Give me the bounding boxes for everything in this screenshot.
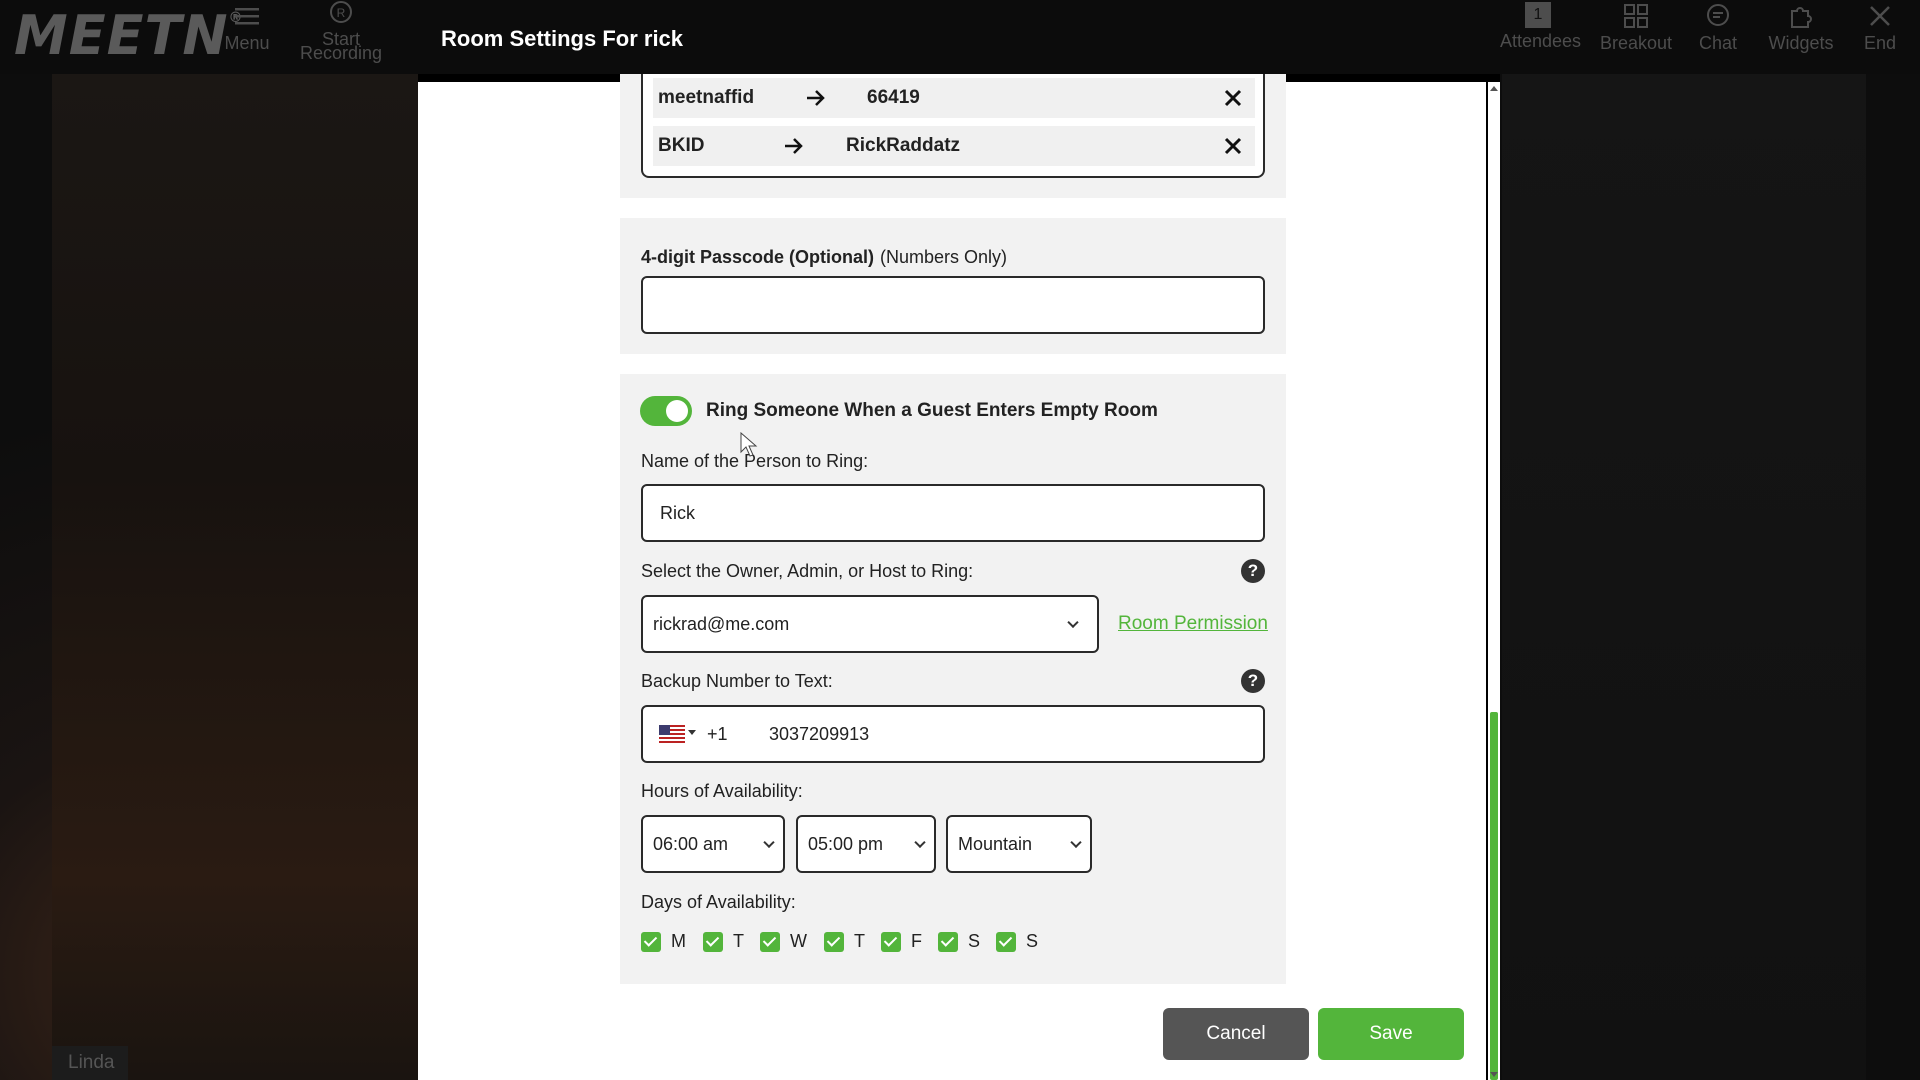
- passcode-input[interactable]: [641, 276, 1265, 334]
- chat-button[interactable]: Chat: [1696, 2, 1740, 53]
- breakout-button[interactable]: Breakout: [1598, 2, 1674, 53]
- owner-select[interactable]: rickrad@me.com: [641, 595, 1099, 653]
- close-x-icon: [1870, 6, 1890, 26]
- menu-button[interactable]: Menu: [224, 2, 270, 53]
- video-tile-right-content: [1502, 74, 1866, 1080]
- participant-name-tag: Linda: [52, 1046, 128, 1080]
- chevron-down-icon: [1070, 836, 1082, 849]
- hamburger-icon: [235, 8, 259, 25]
- day-checkbox-fri[interactable]: [881, 932, 901, 952]
- attendees-label: Attendees: [1500, 31, 1582, 51]
- us-flag-icon[interactable]: [659, 725, 685, 743]
- mapping-value: 66419: [867, 87, 920, 108]
- modal-title: Room Settings For rick: [441, 26, 684, 51]
- end-time-value: 05:00 pm: [808, 834, 884, 854]
- svg-text:R: R: [337, 6, 346, 20]
- mouse-cursor-icon: [740, 432, 758, 457]
- days-label: Days of Availability:: [641, 892, 796, 912]
- end-label: End: [1863, 33, 1897, 53]
- phone-input[interactable]: +1 3037209913: [641, 705, 1265, 763]
- ring-toggle[interactable]: [640, 396, 692, 426]
- chat-bubble-icon: [1707, 4, 1729, 26]
- chat-label: Chat: [1698, 33, 1738, 53]
- day-label-mon: M: [671, 931, 686, 951]
- recording-label: Start Recording: [300, 29, 383, 63]
- day-label-sun: S: [1026, 931, 1039, 951]
- backup-help-icon[interactable]: ?: [1241, 669, 1265, 693]
- remove-mapping-icon[interactable]: [1223, 88, 1243, 108]
- day-checkbox-wed[interactable]: [760, 932, 780, 952]
- arrow-right-icon: [785, 138, 803, 154]
- owner-select-value: rickrad@me.com: [653, 614, 790, 634]
- day-checkbox-thu[interactable]: [824, 932, 844, 952]
- breakout-grid-icon: [1624, 4, 1648, 28]
- top-bar: MEETN® Menu R Start Recording 1 Attendee…: [0, 0, 1920, 74]
- day-checkbox-tue[interactable]: [703, 932, 723, 952]
- widgets-button[interactable]: Widgets: [1766, 2, 1836, 53]
- modal-scrollbar-thumb[interactable]: [1490, 712, 1498, 1080]
- video-tile-left-content: [52, 74, 418, 1080]
- passcode-hint: (Numbers Only): [880, 247, 1008, 267]
- scroll-up-arrow-icon[interactable]: [1490, 86, 1498, 91]
- mapping-row: meetnaffid 66419: [653, 78, 1255, 118]
- mapping-key: meetnaffid: [658, 87, 755, 108]
- arrow-right-icon: [807, 90, 825, 106]
- breakout-label: Breakout: [1599, 33, 1673, 53]
- country-code: +1: [707, 724, 728, 744]
- day-checkbox-sun[interactable]: [996, 932, 1016, 952]
- day-label-sat: S: [968, 931, 981, 951]
- room-permission-link[interactable]: Room Permission: [1118, 613, 1268, 635]
- end-time-select[interactable]: 05:00 pm: [796, 815, 936, 873]
- start-time-value: 06:00 am: [653, 834, 729, 854]
- owner-label: Select the Owner, Admin, or Host to Ring…: [641, 561, 974, 581]
- mapping-value: RickRaddatz: [846, 135, 961, 156]
- widgets-label: Widgets: [1768, 33, 1834, 53]
- ring-name-input[interactable]: Rick: [641, 484, 1265, 542]
- country-chevron-icon[interactable]: [688, 730, 696, 735]
- record-icon: R: [330, 1, 352, 23]
- day-label-thu: T: [854, 931, 865, 951]
- day-checkbox-mon[interactable]: [641, 932, 661, 952]
- menu-label: Menu: [224, 33, 270, 53]
- day-label-fri: F: [911, 931, 922, 951]
- passcode-label: 4-digit Passcode (Optional): [641, 247, 875, 267]
- scroll-down-arrow-icon[interactable]: [1490, 1072, 1498, 1077]
- backup-label: Backup Number to Text:: [641, 671, 833, 691]
- chevron-down-icon: [763, 836, 775, 849]
- ring-name-value: Rick: [660, 503, 695, 523]
- day-checkbox-sat[interactable]: [938, 932, 958, 952]
- mapping-key: BKID: [658, 135, 705, 156]
- ring-toggle-label: Ring Someone When a Guest Enters Empty R…: [706, 400, 1158, 421]
- phone-value: 3037209913: [769, 724, 870, 744]
- start-time-select[interactable]: 06:00 am: [641, 815, 785, 873]
- hours-label: Hours of Availability:: [641, 781, 803, 801]
- owner-help-icon[interactable]: ?: [1241, 559, 1265, 583]
- remove-mapping-icon[interactable]: [1223, 136, 1243, 156]
- chevron-down-icon: [1067, 616, 1079, 629]
- meetn-logo: MEETN®: [14, 4, 244, 67]
- timezone-select[interactable]: Mountain: [946, 815, 1092, 873]
- attendees-button[interactable]: 1 Attendees: [1500, 2, 1581, 50]
- timezone-value: Mountain: [958, 834, 1033, 854]
- widgets-puzzle-icon: [1791, 7, 1812, 28]
- start-recording-button[interactable]: R Start Recording: [300, 0, 383, 63]
- mapping-row: BKID RickRaddatz: [653, 126, 1255, 166]
- end-button[interactable]: End: [1862, 2, 1898, 53]
- mappings-list: meetnaffid 66419 BKID RickRaddatz: [641, 74, 1265, 178]
- day-label-tue: T: [733, 931, 744, 951]
- save-button[interactable]: Save: [1318, 1008, 1464, 1060]
- attendees-icon: 1: [1525, 2, 1551, 28]
- cancel-button[interactable]: Cancel: [1163, 1008, 1309, 1060]
- day-label-wed: W: [790, 931, 807, 951]
- chevron-down-icon: [914, 836, 926, 849]
